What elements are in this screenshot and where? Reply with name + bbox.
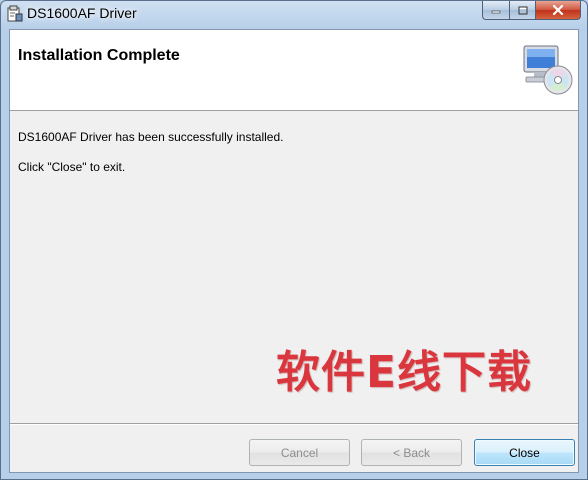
cancel-button[interactable]: Cancel xyxy=(249,439,350,466)
client-area: Installation Complete DS1600AF Driver ha… xyxy=(9,29,579,473)
caption-buttons xyxy=(482,1,581,20)
back-button[interactable]: < Back xyxy=(361,439,462,466)
close-icon xyxy=(552,5,564,15)
title-bar[interactable]: DS1600AF Driver xyxy=(1,1,587,27)
computer-cd-icon xyxy=(523,45,573,95)
close-button[interactable]: Close xyxy=(474,439,575,466)
window-title: DS1600AF Driver xyxy=(27,5,137,21)
minimize-button[interactable] xyxy=(482,1,509,20)
success-message: DS1600AF Driver has been successfully in… xyxy=(18,130,284,144)
minimize-icon xyxy=(491,10,501,14)
close-window-button[interactable] xyxy=(535,1,581,20)
footer-divider xyxy=(10,423,578,425)
maximize-button[interactable] xyxy=(509,1,535,20)
maximize-icon xyxy=(518,6,527,14)
exit-instruction: Click "Close" to exit. xyxy=(18,160,126,174)
installer-window: DS1600AF Driver Installation Complete DS… xyxy=(0,0,588,480)
header-panel: Installation Complete xyxy=(10,30,578,111)
page-title: Installation Complete xyxy=(18,47,180,64)
watermark-text: 软件E线下载 xyxy=(276,347,533,398)
installer-app-icon[interactable] xyxy=(6,5,24,23)
